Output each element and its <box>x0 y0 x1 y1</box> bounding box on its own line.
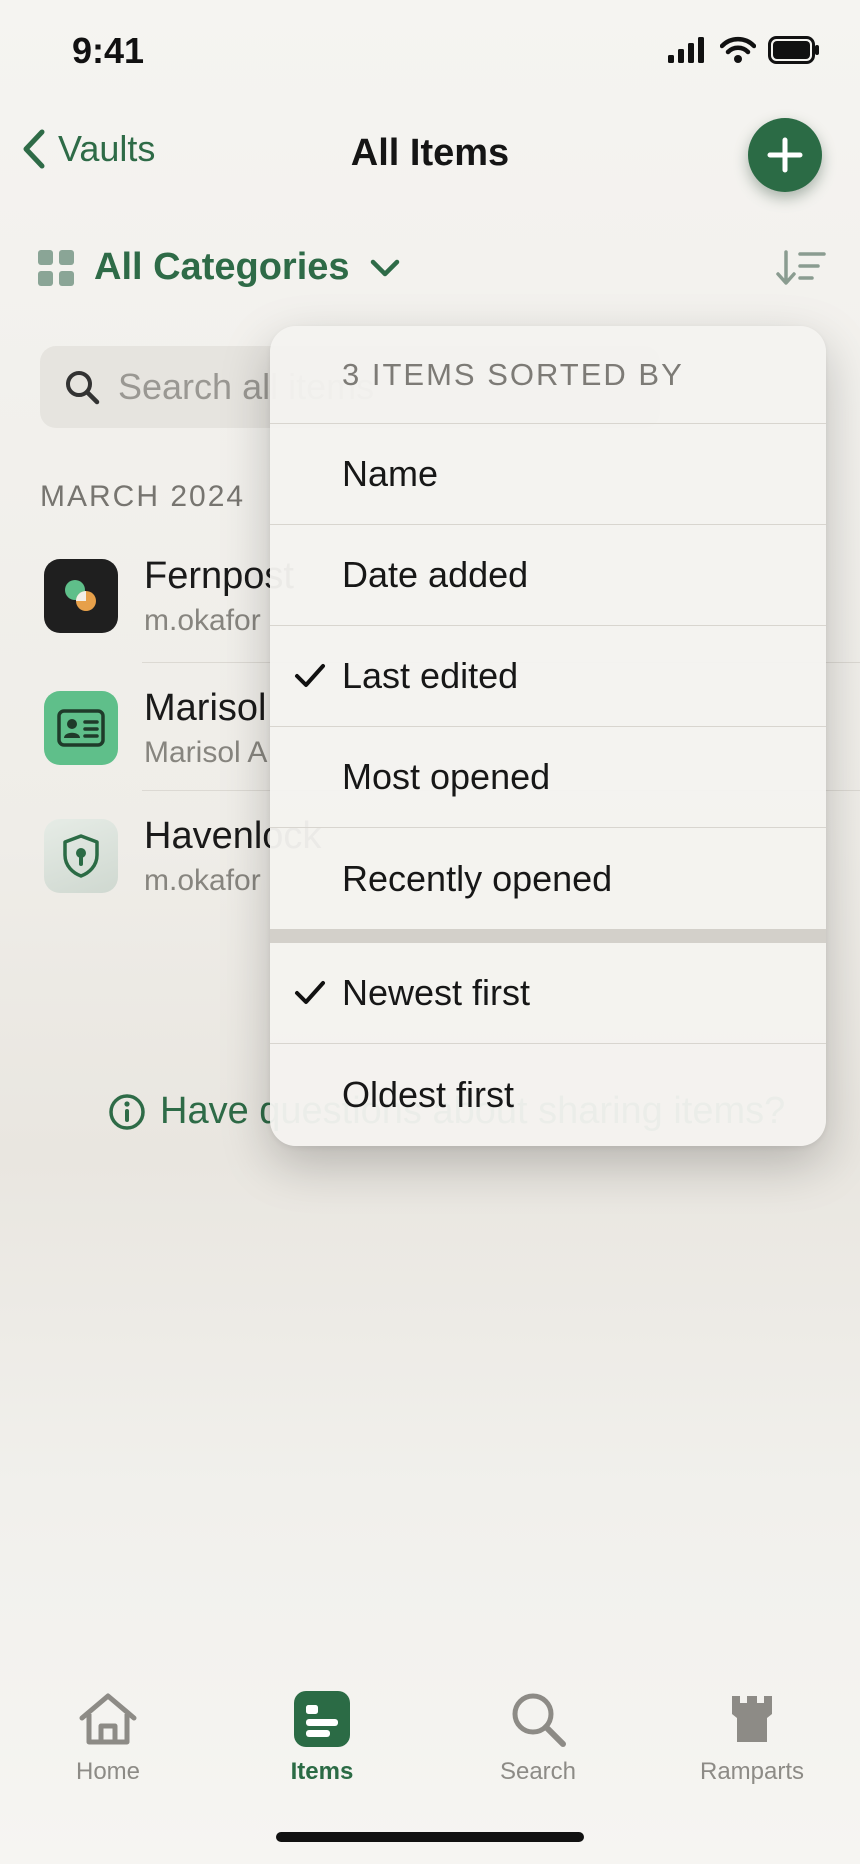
checkmark-icon <box>295 981 325 1004</box>
option-label: Recently opened <box>342 857 613 899</box>
order-option-newest-first[interactable]: Newest first <box>270 943 826 1044</box>
tab-home[interactable]: Home <box>28 1690 188 1786</box>
add-item-button[interactable] <box>748 118 822 192</box>
home-indicator <box>276 1832 584 1842</box>
chevron-down-icon <box>370 259 399 276</box>
menu-section-separator <box>270 929 826 943</box>
status-icons <box>668 36 820 64</box>
categories-selector[interactable]: All Categories <box>38 246 400 289</box>
option-label: Most opened <box>342 756 551 797</box>
sort-icon <box>776 250 826 285</box>
item-title: Marisol <box>144 686 267 729</box>
castle-icon <box>732 1696 772 1742</box>
grid-icon <box>38 249 74 286</box>
item-thumbnail <box>44 691 118 765</box>
categories-label: All Categories <box>94 246 350 288</box>
option-label: Last edited <box>342 655 519 696</box>
option-label: Oldest first <box>342 1073 515 1115</box>
signal-icon <box>668 37 704 63</box>
sort-option-date-added[interactable]: Date added <box>270 525 826 626</box>
info-icon <box>109 1093 145 1130</box>
sort-option-most-opened[interactable]: Most opened <box>270 727 826 828</box>
tab-ramparts[interactable]: Ramparts <box>672 1690 832 1786</box>
option-label: Date added <box>342 554 529 595</box>
sort-menu-header: 3 ITEMS SORTED BY <box>270 326 826 424</box>
battery-icon <box>768 36 819 64</box>
id-card-icon <box>57 709 105 747</box>
house-icon <box>79 1693 137 1745</box>
magnifier-icon <box>512 1693 566 1747</box>
status-time: 9:41 <box>72 30 145 71</box>
sort-option-name[interactable]: Name <box>270 424 826 525</box>
option-label: Name <box>342 453 439 494</box>
fernpost-logo-icon <box>65 580 96 611</box>
tab-items[interactable]: Items <box>242 1690 402 1786</box>
item-subtitle: Marisol A <box>144 735 268 769</box>
tab-search[interactable]: Search <box>458 1690 618 1786</box>
page-title: All Items <box>350 132 510 174</box>
sort-option-last-edited[interactable]: Last edited <box>270 626 826 727</box>
wifi-icon <box>720 36 756 63</box>
tab-label: Home <box>75 1758 141 1785</box>
section-header: MARCH 2024 <box>40 480 246 513</box>
checkmark-icon <box>295 664 325 687</box>
items-icon <box>294 1691 350 1747</box>
tab-label: Search <box>499 1758 577 1785</box>
option-label: Newest first <box>342 972 531 1013</box>
order-option-oldest-first[interactable]: Oldest first <box>270 1044 826 1145</box>
tab-label: Items <box>290 1758 354 1785</box>
sort-menu: 3 ITEMS SORTED BY Name Date added Last e… <box>270 326 826 1146</box>
search-icon <box>66 371 100 405</box>
item-thumbnail <box>44 819 118 893</box>
sort-option-recently-opened[interactable]: Recently opened <box>270 828 826 929</box>
tab-label: Ramparts <box>699 1758 805 1785</box>
item-thumbnail <box>44 559 118 633</box>
plus-icon <box>767 137 803 173</box>
shield-icon <box>63 834 99 878</box>
sort-button[interactable] <box>776 248 826 288</box>
